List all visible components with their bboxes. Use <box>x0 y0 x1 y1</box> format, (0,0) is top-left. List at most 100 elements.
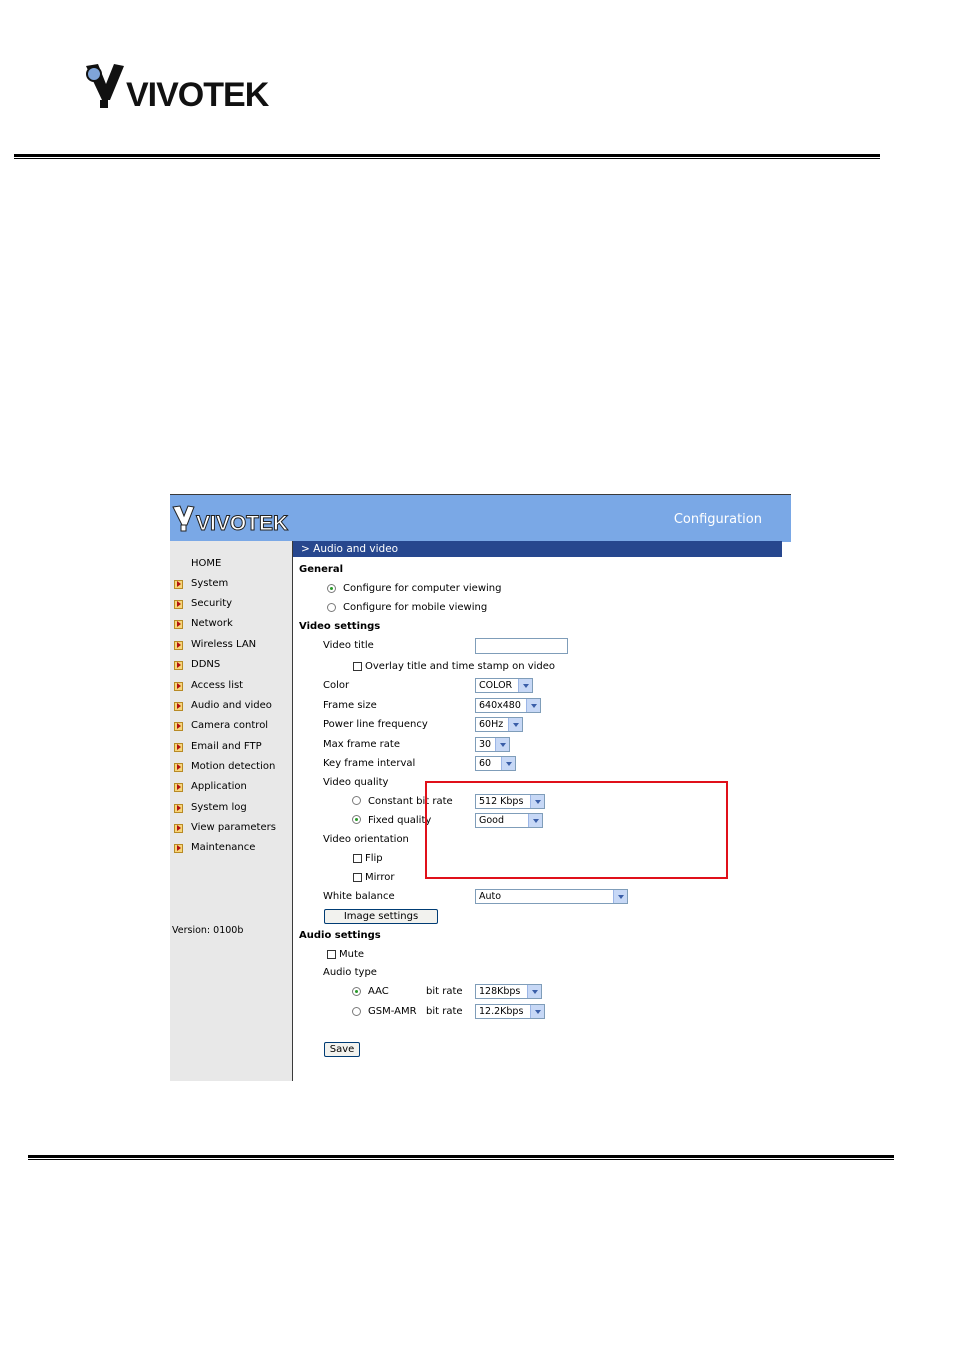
sidebar-item-label: Network <box>191 617 233 629</box>
highlight-box <box>425 781 728 879</box>
sidebar-item-network[interactable]: Network <box>174 616 233 630</box>
color-select-value: COLOR <box>479 680 513 691</box>
audio-settings-heading: Audio settings <box>299 930 381 941</box>
sidebar-item-label: Camera control <box>191 719 269 731</box>
chevron-down-icon <box>501 757 515 770</box>
sidebar-item-label: Audio and video <box>191 699 272 711</box>
config-header: VIVOTEK Configuration <box>170 494 791 542</box>
arrow-icon <box>174 681 183 691</box>
overlay-checkbox[interactable] <box>353 662 362 671</box>
sidebar-item-camera-control[interactable]: Camera control <box>174 718 268 732</box>
chevron-down-icon <box>518 679 532 692</box>
top-divider <box>14 154 880 159</box>
color-label: Color <box>323 680 350 691</box>
config-title: Configuration <box>673 512 762 527</box>
mobile-viewing-radio[interactable] <box>327 603 336 612</box>
fixed-quality-radio[interactable] <box>352 815 361 824</box>
gsm-amr-radio[interactable] <box>352 1007 361 1016</box>
gsm-bitrate-label: bit rate <box>426 1006 463 1017</box>
frame-size-label: Frame size <box>323 700 377 711</box>
power-line-select[interactable]: 60Hz <box>475 717 523 732</box>
chevron-down-icon <box>530 1005 544 1018</box>
section-title: > Audio and video <box>293 541 782 557</box>
frame-size-select-value: 640x480 <box>479 700 521 711</box>
sidebar-item-home[interactable]: HOME <box>191 558 221 569</box>
power-line-label: Power line frequency <box>323 719 428 730</box>
arrow-icon <box>174 640 183 650</box>
key-frame-select-value: 60 <box>479 758 492 769</box>
sidebar-item-access-list[interactable]: Access list <box>174 678 243 692</box>
mirror-label: Mirror <box>365 872 395 883</box>
mute-checkbox[interactable] <box>327 950 336 959</box>
sidebar-item-ddns[interactable]: DDNS <box>174 657 220 671</box>
arrow-icon <box>174 660 183 670</box>
sidebar-item-label: Motion detection <box>191 760 276 772</box>
sidebar-item-label: Application <box>191 780 247 792</box>
color-select[interactable]: COLOR <box>475 678 533 693</box>
sidebar-item-label: Access list <box>191 679 244 691</box>
chevron-down-icon <box>526 699 540 712</box>
mute-label: Mute <box>339 949 365 960</box>
sidebar-item-application[interactable]: Application <box>174 779 247 793</box>
arrow-icon <box>174 803 183 813</box>
sidebar-item-label: System log <box>191 801 247 813</box>
svg-text:VIVOTEK: VIVOTEK <box>126 76 270 114</box>
max-frame-rate-select[interactable]: 30 <box>475 737 510 752</box>
flip-checkbox[interactable] <box>353 854 362 863</box>
constant-bit-rate-radio[interactable] <box>352 796 361 805</box>
sidebar-item-label: Wireless LAN <box>191 638 257 650</box>
video-settings-heading: Video settings <box>299 621 381 632</box>
sidebar-item-label: View parameters <box>191 821 276 833</box>
arrow-icon <box>174 721 183 731</box>
frame-size-select[interactable]: 640x480 <box>475 698 541 713</box>
arrow-icon <box>174 823 183 833</box>
sidebar-item-wireless-lan[interactable]: Wireless LAN <box>174 637 256 651</box>
vivotek-logo: VIVOTEK <box>86 64 271 114</box>
power-line-select-value: 60Hz <box>479 719 504 730</box>
video-title-input[interactable] <box>475 638 568 654</box>
arrow-icon <box>174 599 183 609</box>
key-frame-select[interactable]: 60 <box>475 756 516 771</box>
config-screenshot: VIVOTEK Configuration HOME System Securi… <box>170 494 791 1081</box>
chevron-down-icon <box>613 890 627 903</box>
gsm-bitrate-select[interactable]: 12.2Kbps <box>475 1004 545 1019</box>
key-frame-label: Key frame interval <box>323 758 416 769</box>
aac-bitrate-select-value: 128Kbps <box>479 986 521 997</box>
sidebar-item-label: Security <box>191 597 233 609</box>
flip-label: Flip <box>365 853 383 864</box>
sidebar-item-label: DDNS <box>191 658 221 670</box>
arrow-icon <box>174 579 183 589</box>
white-balance-select-value: Auto <box>479 891 502 902</box>
aac-bitrate-select[interactable]: 128Kbps <box>475 984 542 999</box>
sidebar-item-audio-and-video[interactable]: Audio and video <box>174 698 272 712</box>
arrow-icon <box>174 782 183 792</box>
chevron-down-icon <box>508 718 522 731</box>
aac-radio[interactable] <box>352 987 361 996</box>
sidebar-item-motion-detection[interactable]: Motion detection <box>174 759 275 773</box>
sidebar-item-email-and-ftp[interactable]: Email and FTP <box>174 739 262 753</box>
svg-text:VIVOTEK: VIVOTEK <box>196 512 288 533</box>
gsm-bitrate-select-value: 12.2Kbps <box>479 1006 524 1017</box>
mobile-viewing-label: Configure for mobile viewing <box>343 602 488 613</box>
computer-viewing-radio[interactable] <box>327 584 336 593</box>
sidebar-item-maintenance[interactable]: Maintenance <box>174 840 255 854</box>
aac-label: AAC <box>368 986 389 997</box>
arrow-icon <box>174 619 183 629</box>
mirror-checkbox[interactable] <box>353 873 362 882</box>
sidebar: HOME System Security Network Wireless LA… <box>170 541 293 1081</box>
sidebar-item-system[interactable]: System <box>174 576 228 590</box>
max-frame-rate-select-value: 30 <box>479 739 492 750</box>
image-settings-button[interactable]: Image settings <box>324 909 438 924</box>
bottom-divider <box>28 1155 894 1160</box>
white-balance-select[interactable]: Auto <box>475 889 628 904</box>
aac-bitrate-label: bit rate <box>426 986 463 997</box>
sidebar-item-view-parameters[interactable]: View parameters <box>174 820 276 834</box>
sidebar-item-label: Email and FTP <box>191 740 262 752</box>
save-button[interactable]: Save <box>324 1042 360 1057</box>
sidebar-item-label: Maintenance <box>191 841 256 853</box>
sidebar-item-security[interactable]: Security <box>174 596 232 610</box>
video-title-label: Video title <box>323 640 374 651</box>
arrow-icon <box>174 762 183 772</box>
computer-viewing-label: Configure for computer viewing <box>343 583 502 594</box>
sidebar-item-system-log[interactable]: System log <box>174 800 247 814</box>
